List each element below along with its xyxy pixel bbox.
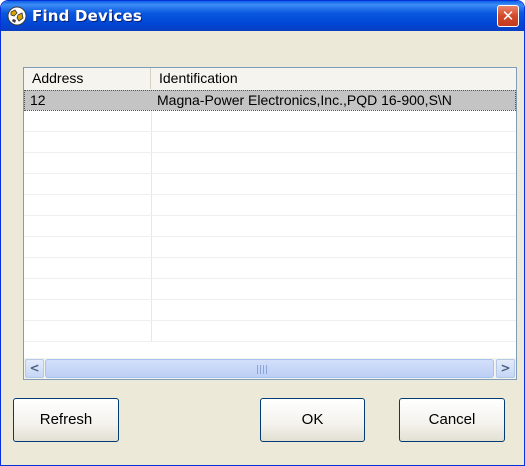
- horizontal-scrollbar[interactable]: < >: [24, 358, 516, 379]
- list-header: Address Identification: [24, 68, 516, 91]
- list-row[interactable]: 12 Magna-Power Electronics,Inc.,PQD 16-90…: [24, 90, 516, 111]
- cell-address: 12: [30, 92, 46, 108]
- scrollbar-thumb[interactable]: [45, 359, 494, 378]
- list-row[interactable]: [24, 258, 516, 279]
- list-rows: 12 Magna-Power Electronics,Inc.,PQD 16-90…: [24, 90, 516, 342]
- refresh-button[interactable]: Refresh: [13, 398, 119, 442]
- column-header-identification[interactable]: Identification: [151, 68, 516, 89]
- close-button[interactable]: ✕: [497, 5, 519, 27]
- list-row[interactable]: [24, 132, 516, 153]
- chevron-right-icon: >: [500, 361, 511, 375]
- chevron-left-icon: <: [29, 361, 40, 375]
- list-row[interactable]: [24, 321, 516, 342]
- list-row[interactable]: [24, 195, 516, 216]
- scroll-left-button[interactable]: <: [25, 359, 44, 378]
- ok-button[interactable]: OK: [260, 398, 365, 442]
- list-row[interactable]: [24, 279, 516, 300]
- device-list[interactable]: Address Identification 12 Magna-Power Ele…: [23, 67, 517, 380]
- scroll-right-button[interactable]: >: [496, 359, 515, 378]
- devices-globe-icon: [7, 6, 27, 26]
- list-row[interactable]: [24, 153, 516, 174]
- list-row[interactable]: [24, 111, 516, 132]
- title-bar[interactable]: Find Devices ✕: [1, 1, 524, 31]
- cell-identification: Magna-Power Electronics,Inc.,PQD 16-900,…: [157, 92, 452, 108]
- grip-icon: [257, 365, 267, 374]
- list-row[interactable]: [24, 300, 516, 321]
- column-header-address[interactable]: Address: [24, 68, 151, 89]
- window-title: Find Devices: [32, 7, 142, 25]
- find-devices-dialog: Find Devices ✕ Address Identification 12…: [0, 0, 525, 466]
- list-row[interactable]: [24, 216, 516, 237]
- close-icon: ✕: [501, 7, 515, 25]
- list-row[interactable]: [24, 174, 516, 195]
- list-row[interactable]: [24, 237, 516, 258]
- cancel-button[interactable]: Cancel: [399, 398, 505, 442]
